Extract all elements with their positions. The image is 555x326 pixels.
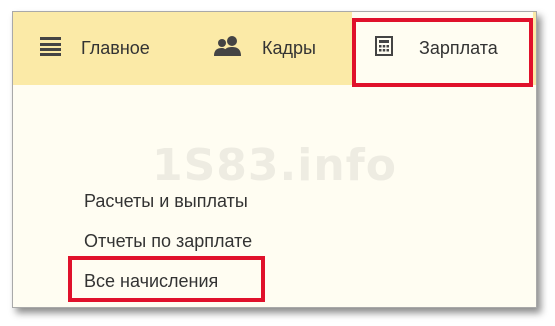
- highlight-frame-all-accruals: [68, 256, 265, 302]
- tab-staff[interactable]: Кадры: [214, 12, 316, 85]
- app-window: Главное Кадры Зарплата 1S83.info Расчеты…: [12, 11, 537, 308]
- tab-main[interactable]: Главное: [40, 12, 150, 85]
- menu-lines-icon: [40, 36, 61, 61]
- tab-main-label: Главное: [81, 38, 150, 58]
- menu-item-salary-reports[interactable]: Отчеты по зарплате: [84, 231, 252, 252]
- tab-staff-label: Кадры: [262, 38, 316, 58]
- menu-item-payroll-and-payments[interactable]: Расчеты и выплаты: [84, 191, 248, 212]
- highlight-frame-salary-tab: [352, 18, 533, 87]
- people-icon: [214, 35, 242, 62]
- watermark: 1S83.info: [151, 140, 398, 191]
